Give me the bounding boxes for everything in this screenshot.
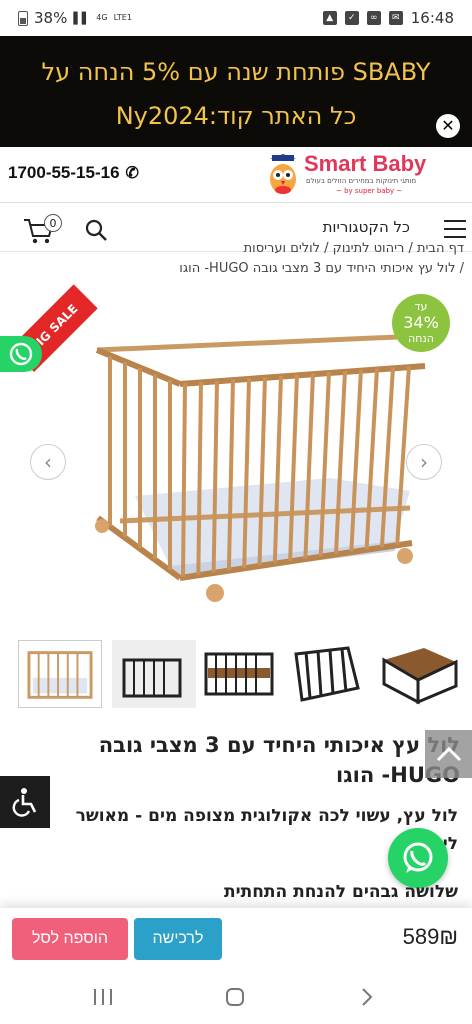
recent-apps-icon[interactable]: [92, 988, 114, 1006]
mail-icon: ✉: [388, 11, 403, 25]
owl-logo-icon: [270, 154, 296, 194]
thumbnail-4[interactable]: [288, 640, 372, 708]
battery-level: 38%: [34, 9, 68, 27]
back-icon[interactable]: [360, 987, 374, 1007]
home-icon[interactable]: [225, 987, 245, 1007]
product-gallery: BIG SALE עד 34% הנחה ‹ ›: [0, 284, 472, 626]
system-nav-bar: [0, 970, 472, 1024]
clock: 16:48: [410, 9, 454, 27]
phone-link[interactable]: 1700-55-15-16 ✆: [8, 163, 139, 183]
discount-prefix: עד: [414, 300, 428, 313]
crib-slat: [181, 382, 187, 578]
network-type: 4G: [96, 13, 108, 22]
whatsapp-icon: [9, 342, 33, 366]
search-icon[interactable]: [84, 218, 108, 242]
signal-icon: ▌▌: [73, 11, 91, 25]
whatsapp-chat-button[interactable]: [388, 828, 448, 888]
gallery-prev-button[interactable]: ‹: [30, 444, 66, 480]
product-title: לול עץ איכותי היחיד עם 3 מצבי גובה HUGO-…: [98, 733, 460, 787]
phone-number: 1700-55-15-16: [8, 163, 120, 182]
network-type-2: LTE1: [113, 13, 132, 22]
thumbnail-5[interactable]: [378, 640, 462, 708]
categories-menu-label[interactable]: כל הקטגוריות: [323, 218, 410, 236]
purchase-bar: הוספה לסל לרכישה 589₪: [0, 908, 472, 970]
breadcrumb-current: / לול עץ איכותי היחיד עם 3 מצבי גובה HUG…: [179, 261, 464, 276]
chevron-up-icon: [436, 746, 461, 762]
check-icon: ✓: [344, 11, 359, 25]
breadcrumb-path[interactable]: דף הבית / ריהוט לתינוק / לולים ועריסות: [4, 242, 464, 258]
site-logo[interactable]: Smart Baby מותגי תינוקות במחירים הזולים …: [266, 151, 456, 199]
phone-icon: ✆: [125, 165, 139, 182]
discount-badge: עד 34% הנחה: [392, 294, 450, 352]
thumbnail-1[interactable]: [18, 640, 102, 708]
whatsapp-icon: [403, 842, 433, 873]
whatsapp-side-button[interactable]: [0, 336, 42, 372]
discount-percent: 34%: [403, 313, 439, 332]
status-bar: 38% ▌▌ 4G LTE1 ▲ ✓ ∞ ✉ 16:48: [0, 0, 472, 36]
voicemail-icon: ∞: [366, 11, 381, 25]
product-price: 589₪: [402, 924, 458, 949]
product-feature: שלושה גבהים להנחת התחתית: [224, 882, 458, 902]
buy-now-button[interactable]: לרכישה: [134, 918, 222, 960]
promo-banner: SBABY פותחת שנה עם 5% הנחה על כל האתר קו…: [0, 36, 472, 147]
notification-icon: ▲: [322, 11, 337, 25]
gallery-next-button[interactable]: ›: [406, 444, 442, 480]
cart-count-badge: 0: [44, 214, 62, 232]
discount-suffix: הנחה: [408, 332, 434, 345]
logo-byline: ~ by super baby ~: [336, 187, 403, 195]
add-to-cart-button[interactable]: הוספה לסל: [12, 918, 128, 960]
close-icon[interactable]: ✕: [436, 114, 460, 138]
thumbnail-2[interactable]: [112, 640, 196, 708]
thumbnail-strip: [0, 640, 472, 710]
promo-text: SBABY פותחת שנה עם 5% הנחה על כל האתר קו…: [41, 58, 431, 130]
menu-icon[interactable]: [444, 220, 466, 238]
battery-icon: [18, 10, 28, 26]
thumbnail-3[interactable]: [198, 640, 282, 708]
crib-slat: [196, 381, 203, 575]
site-header: 1700-55-15-16 ✆ Smart Baby מותגי תינוקות…: [0, 147, 472, 203]
scroll-up-button[interactable]: [425, 730, 472, 778]
logo-tagline: מותגי תינוקות במחירים הזולים בעולם: [306, 177, 417, 185]
breadcrumb: דף הבית / ריהוט לתינוק / לולים ועריסות /…: [4, 242, 464, 280]
logo-text: Smart Baby: [304, 151, 427, 176]
